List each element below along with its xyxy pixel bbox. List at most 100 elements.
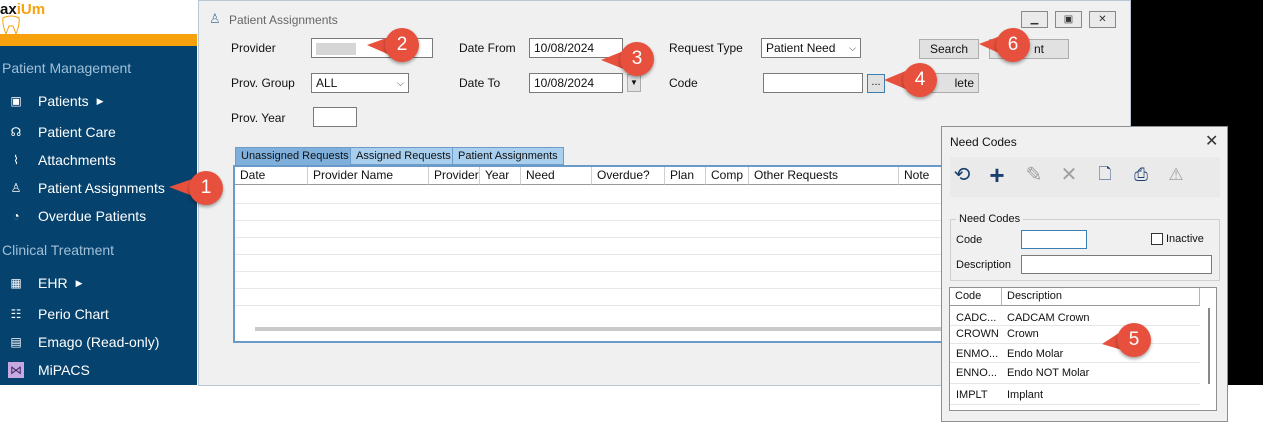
chevron-right-icon: ▶: [96, 95, 104, 106]
list-item-code[interactable]: ENNO...: [956, 367, 997, 379]
code-lookup-button[interactable]: ...: [867, 74, 885, 93]
print-icon[interactable]: ⎙: [1129, 163, 1153, 187]
column-header-other-requests[interactable]: Other Requests: [749, 167, 899, 185]
chevron-down-icon: ⌵: [397, 78, 404, 88]
grid-row-line: [235, 254, 951, 255]
grid-row-line: [235, 305, 951, 306]
column-header-code[interactable]: Code: [950, 288, 1002, 306]
paperclip-icon: ⌇: [13, 153, 19, 167]
window-title: Patient Assignments: [229, 13, 338, 27]
column-header-need[interactable]: Need: [521, 167, 592, 185]
sidebar-item-label: Patient Care: [38, 124, 116, 140]
list-item-description[interactable]: Implant: [1007, 389, 1043, 401]
prov-group-label: Prov. Group: [231, 76, 295, 90]
sidebar-item-patient-care[interactable]: ☊ Patient Care: [0, 120, 197, 144]
sidebar-item-emago[interactable]: ▤ Emago (Read-only): [0, 330, 197, 354]
sidebar-item-overdue-patients[interactable]: ◔ Overdue Patients: [0, 204, 197, 228]
chevron-right-icon: ▶: [75, 277, 83, 288]
close-icon[interactable]: ✕: [1205, 131, 1218, 151]
section-patient-management: Patient Management: [2, 60, 132, 76]
delete-icon[interactable]: ✕: [1057, 163, 1081, 187]
sidebar-item-label: MiPACS: [38, 362, 90, 378]
preview-icon[interactable]: 🗋: [1093, 163, 1117, 187]
id-card-icon: ▣: [10, 94, 22, 108]
tab-assigned-requests[interactable]: Assigned Requests: [350, 147, 457, 165]
column-header-provider-name[interactable]: Provider Name: [308, 167, 429, 185]
column-header-plan[interactable]: Plan: [665, 167, 706, 185]
column-header-date[interactable]: Date: [235, 167, 308, 185]
code-label: Code: [956, 234, 983, 246]
sidebar-item-label: EHR: [38, 275, 68, 291]
callout-badge-2: 2: [385, 28, 419, 62]
callout-badge-4: 4: [903, 63, 937, 97]
tooth-icon: [2, 15, 20, 36]
hands-icon: ☊: [10, 125, 22, 139]
ehr-icon: ▦: [10, 276, 22, 290]
grid-row-line: [235, 203, 951, 204]
need-codes-dialog: Need Codes ✕ ⟲ + ✎ ✕ 🗋 ⎙ ⚠ Need Codes Co…: [941, 126, 1228, 422]
logo-stripe: [0, 34, 197, 46]
requests-grid: Date Provider Name Provider Year Need Ov…: [233, 165, 953, 343]
sidebar-item-label: Patients: [38, 93, 89, 109]
callout-badge-6: 6: [996, 28, 1030, 62]
list-row-line: [950, 325, 1200, 326]
sidebar: axiUm Patient Management ▣ Patients ▶ ☊ …: [0, 0, 197, 385]
need-description-field[interactable]: [1021, 255, 1212, 274]
code-label: Code: [669, 76, 698, 90]
grid-row-line: [235, 220, 951, 221]
refresh-icon[interactable]: ⟲: [950, 163, 974, 187]
add-icon[interactable]: +: [985, 162, 1009, 188]
column-header-overdue[interactable]: Overdue?: [592, 167, 665, 185]
tab-patient-assignments[interactable]: Patient Assignments: [452, 147, 564, 165]
mipacs-icon: ⋈: [8, 362, 24, 378]
list-item-code[interactable]: CADC...: [956, 312, 996, 324]
need-code-field[interactable]: [1021, 230, 1087, 249]
prov-group-value: ALL: [316, 76, 338, 90]
prov-year-label: Prov. Year: [231, 111, 286, 125]
prov-group-select[interactable]: ALL ⌵: [311, 73, 409, 93]
warning-icon[interactable]: ⚠: [1164, 163, 1188, 187]
list-item-description[interactable]: Endo NOT Molar: [1007, 367, 1089, 379]
close-button[interactable]: ✕: [1089, 11, 1116, 28]
date-to-dropdown-button[interactable]: ▼: [627, 74, 641, 92]
perio-icon: ☷: [10, 307, 22, 321]
list-row-line: [950, 343, 1200, 344]
column-header-comp[interactable]: Comp: [706, 167, 749, 185]
request-type-select[interactable]: Patient Need ⌵: [761, 38, 861, 58]
sidebar-item-perio-chart[interactable]: ☷ Perio Chart: [0, 302, 197, 326]
tab-unassigned-requests[interactable]: Unassigned Requests: [235, 147, 355, 165]
list-item-description[interactable]: Endo Molar: [1007, 348, 1063, 360]
date-to-field[interactable]: 10/08/2024: [529, 73, 623, 93]
chevron-down-icon: ⌵: [849, 43, 856, 53]
provider-label: Provider: [231, 41, 276, 55]
sidebar-item-attachments[interactable]: ⌇ Attachments: [0, 148, 197, 172]
maximize-button[interactable]: ▣: [1055, 11, 1082, 28]
user-assign-icon: ♙: [10, 181, 22, 195]
list-item-description[interactable]: CADCAM Crown: [1007, 312, 1090, 324]
minimize-button[interactable]: ▁: [1021, 11, 1048, 28]
column-header-year[interactable]: Year: [480, 167, 521, 185]
inactive-checkbox[interactable]: [1151, 233, 1163, 245]
request-type-value: Patient Need: [766, 41, 836, 55]
code-field[interactable]: [763, 73, 863, 93]
sidebar-item-mipacs[interactable]: ⋈ MiPACS: [0, 358, 197, 382]
sidebar-item-ehr[interactable]: ▦ EHR ▶: [0, 271, 197, 295]
vertical-scrollbar[interactable]: [1208, 308, 1210, 384]
search-button[interactable]: Search: [919, 39, 979, 59]
horizontal-scrollbar[interactable]: [255, 327, 949, 331]
callout-badge-5: 5: [1117, 323, 1151, 357]
grid-row-line: [235, 237, 951, 238]
prov-year-field[interactable]: [313, 107, 357, 127]
clock-icon: ◔: [12, 209, 20, 223]
list-item-code[interactable]: IMPLT: [956, 389, 988, 401]
column-header-provider[interactable]: Provider: [429, 167, 480, 185]
edit-icon[interactable]: ✎: [1022, 163, 1046, 187]
sidebar-item-patient-assignments[interactable]: ♙ Patient Assignments: [0, 176, 197, 200]
list-item-description[interactable]: Crown: [1007, 328, 1039, 340]
sidebar-item-patients[interactable]: ▣ Patients ▶: [0, 89, 197, 113]
list-item-code[interactable]: ENMO...: [956, 348, 998, 360]
list-item-code[interactable]: CROWN: [956, 328, 999, 340]
sidebar-item-label: Overdue Patients: [38, 208, 147, 224]
date-from-field[interactable]: 10/08/2024: [529, 38, 623, 58]
column-header-description[interactable]: Description: [1002, 288, 1200, 306]
